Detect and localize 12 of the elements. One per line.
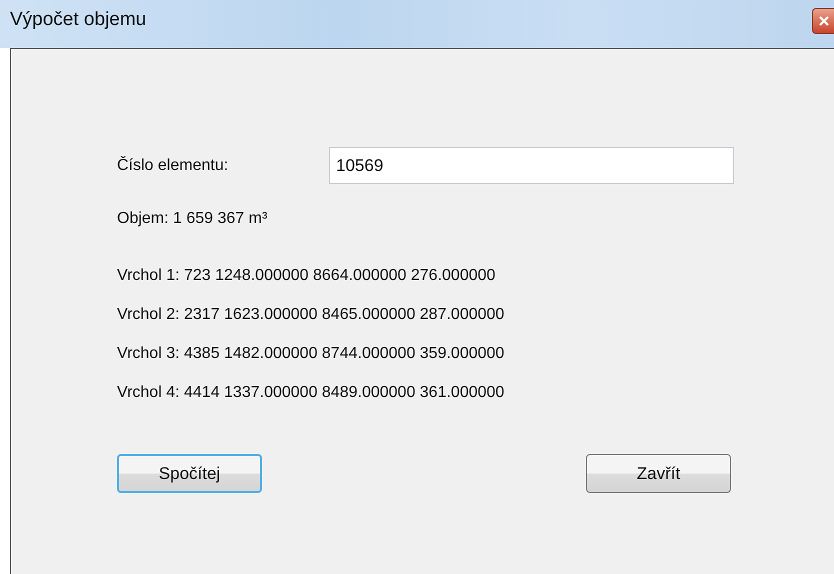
vertex-text: Vrchol 2: 2317 1623.000000 8465.000000 287.000000 (117, 306, 504, 324)
vertex-text: Vrchol 4: 4414 1337.000000 8489.000000 361.000000 (117, 384, 504, 402)
volume-text: Objem: 1 659 367 m³ (117, 210, 268, 228)
close-button[interactable] (812, 8, 834, 34)
window-title: Výpočet objemu (10, 9, 146, 31)
vertex-text: Vrchol 1: 723 1248.000000 8664.000000 276.000000 (117, 267, 496, 285)
vertex-text: Vrchol 3: 4385 1482.000000 8744.000000 359.000000 (117, 345, 504, 363)
element-number-field[interactable]: 10569 (329, 147, 734, 184)
close-icon (818, 16, 828, 26)
field-label: Číslo elementu: (117, 156, 230, 174)
compute-button[interactable]: Spočítej (117, 454, 262, 493)
close-dialog-button[interactable]: Zavřít (586, 454, 731, 493)
